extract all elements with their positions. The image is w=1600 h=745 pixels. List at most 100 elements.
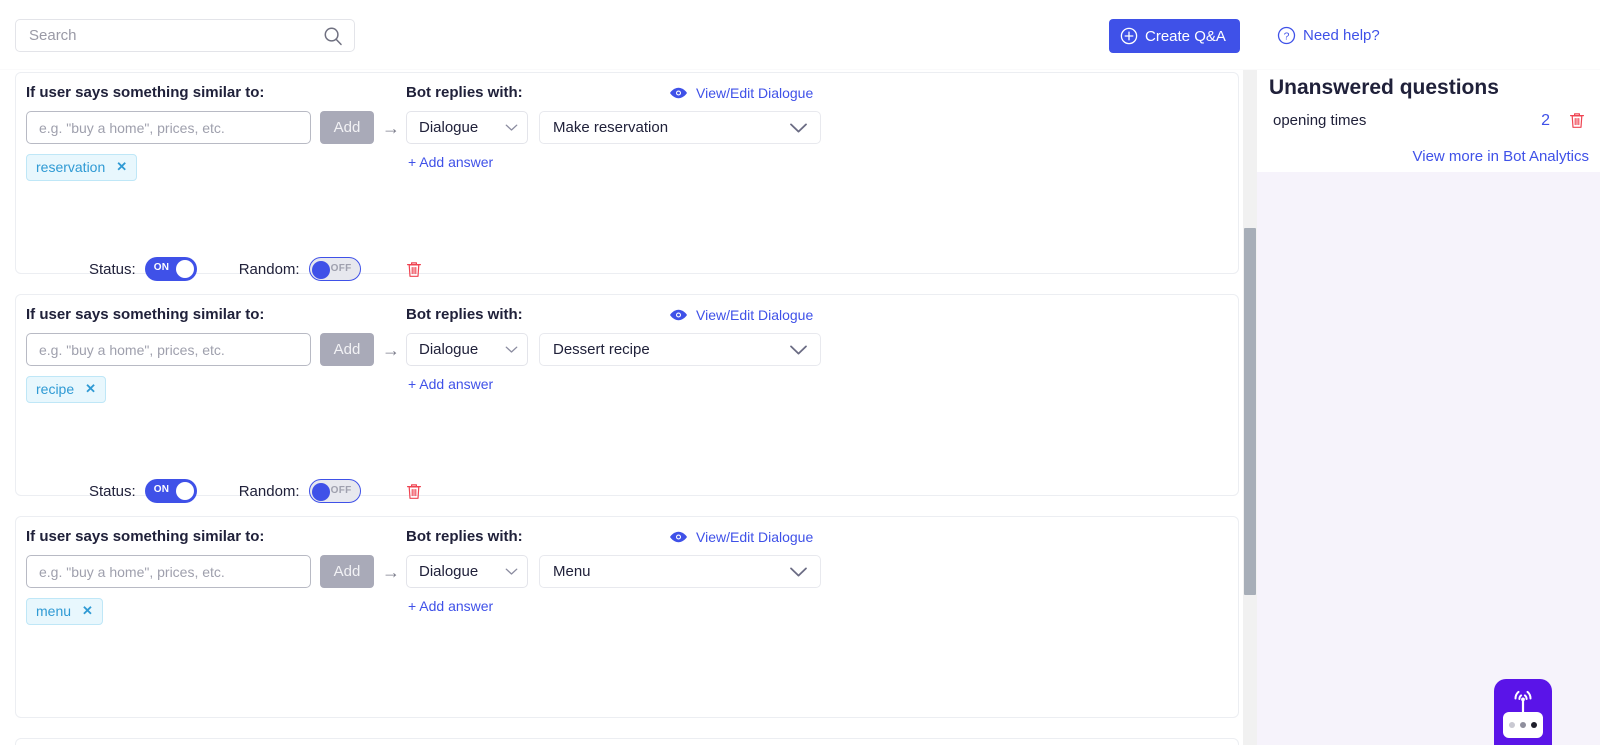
need-help-link[interactable]: ? Need help? — [1277, 26, 1380, 45]
reply-selects: Dialogue Menu — [406, 555, 821, 588]
delete-qa-button[interactable] — [405, 260, 423, 279]
reply-selects: Dialogue Dessert recipe — [406, 333, 821, 366]
random-label: Random: — [238, 482, 300, 500]
phrase-entry-row: Add → — [26, 111, 400, 144]
add-answer-link[interactable]: + Add answer — [408, 376, 493, 392]
if-user-says-label: If user says something similar to: — [26, 84, 265, 101]
view-edit-dialogue-link[interactable]: View/Edit Dialogue — [669, 307, 813, 323]
phrase-input[interactable] — [26, 333, 311, 366]
unanswered-questions-card: Unanswered questions opening times 2 Vie… — [1257, 70, 1600, 172]
qa-card — [15, 738, 1239, 745]
trash-icon — [405, 482, 423, 501]
add-answer-link[interactable]: + Add answer — [408, 154, 493, 170]
if-user-says-label: If user says something similar to: — [26, 528, 265, 545]
qa-card: If user says something similar to: Add →… — [15, 257, 1239, 496]
view-edit-dialogue-link[interactable]: View/Edit Dialogue — [669, 529, 813, 545]
trash-icon — [1568, 111, 1586, 130]
reply-value-text: Make reservation — [553, 119, 669, 136]
eye-icon — [669, 530, 688, 544]
create-qa-button[interactable]: Create Q&A — [1109, 19, 1240, 53]
if-user-says-label: If user says something similar to: — [26, 306, 265, 323]
status-label: Status: — [89, 260, 136, 278]
phrase-tag[interactable]: menu ✕ — [26, 598, 103, 625]
qa-list: If user says something similar to: Add →… — [0, 70, 1253, 745]
reply-value-text: Dessert recipe — [553, 341, 650, 358]
view-edit-dialogue-link[interactable]: View/Edit Dialogue — [669, 85, 813, 101]
arrow-right-icon: → — [382, 561, 400, 582]
unanswered-question-row: opening times 2 — [1273, 111, 1586, 130]
right-panel: Unanswered questions opening times 2 Vie… — [1257, 70, 1600, 745]
chevron-down-icon — [789, 566, 808, 578]
qa-card: If user says something similar to: Add →… — [15, 479, 1239, 718]
status-toggle[interactable]: ON — [144, 257, 197, 281]
status-toggle-text: ON — [153, 262, 170, 273]
chat-widget-button[interactable] — [1494, 679, 1552, 745]
trash-icon — [405, 260, 423, 279]
chevron-down-icon — [789, 122, 808, 134]
phrase-input[interactable] — [26, 111, 311, 144]
view-more-bot-analytics-link[interactable]: View more in Bot Analytics — [1413, 148, 1589, 165]
status-label: Status: — [89, 482, 136, 500]
reply-value-select[interactable]: Menu — [539, 555, 821, 588]
toggle-knob — [175, 482, 194, 500]
random-label: Random: — [238, 260, 300, 278]
phrase-entry-row: Add → — [26, 333, 400, 366]
random-toggle[interactable]: OFF — [308, 479, 361, 503]
bot-replies-label: Bot replies with: — [406, 84, 523, 101]
search-box[interactable] — [15, 19, 355, 52]
reply-type-value: Dialogue — [419, 341, 479, 358]
toggle-knob — [311, 261, 330, 279]
chevron-down-icon — [505, 123, 518, 132]
toggle-knob — [311, 483, 330, 501]
reply-value-select[interactable]: Make reservation — [539, 111, 821, 144]
add-phrase-button[interactable]: Add — [320, 111, 374, 144]
chevron-down-icon — [789, 344, 808, 356]
app-root: Create Q&A ? Need help? If user says som… — [0, 0, 1600, 745]
phrase-tag-label: recipe — [36, 381, 75, 397]
bot-replies-label: Bot replies with: — [406, 528, 523, 545]
close-icon[interactable]: ✕ — [82, 603, 93, 619]
unanswered-question-count: 2 — [1541, 111, 1550, 129]
reply-value-select[interactable]: Dessert recipe — [539, 333, 821, 366]
unanswered-question-text: opening times — [1273, 112, 1367, 129]
toggle-knob — [175, 260, 194, 278]
search-icon[interactable] — [323, 26, 343, 51]
question-circle-icon: ? — [1277, 26, 1296, 45]
scrollbar-thumb[interactable] — [1244, 228, 1256, 595]
chevron-down-icon — [505, 345, 518, 354]
eye-icon — [669, 86, 688, 100]
search-input[interactable] — [16, 20, 306, 51]
phrase-tag[interactable]: recipe ✕ — [26, 376, 107, 403]
random-toggle[interactable]: OFF — [308, 257, 361, 281]
svg-text:?: ? — [1284, 31, 1290, 43]
view-edit-dialogue-label: View/Edit Dialogue — [696, 307, 814, 323]
reply-value-text: Menu — [553, 563, 591, 580]
reply-selects: Dialogue Make reservation — [406, 111, 821, 144]
dot-icon — [1531, 722, 1537, 728]
arrow-right-icon: → — [382, 339, 400, 360]
dot-icon — [1520, 722, 1526, 728]
reply-type-select[interactable]: Dialogue — [406, 333, 528, 366]
close-icon[interactable]: ✕ — [116, 159, 127, 175]
close-icon[interactable]: ✕ — [85, 381, 96, 397]
reply-type-select[interactable]: Dialogue — [406, 111, 528, 144]
delete-qa-button[interactable] — [405, 482, 423, 501]
reply-type-select[interactable]: Dialogue — [406, 555, 528, 588]
phrase-input[interactable] — [26, 555, 311, 588]
reply-type-value: Dialogue — [419, 563, 479, 580]
need-help-label: Need help? — [1303, 27, 1380, 44]
delete-question-button[interactable] — [1568, 111, 1586, 130]
bot-replies-label: Bot replies with: — [406, 306, 523, 323]
add-phrase-button[interactable]: Add — [320, 555, 374, 588]
status-toggle[interactable]: ON — [144, 479, 197, 503]
view-edit-dialogue-label: View/Edit Dialogue — [696, 85, 814, 101]
phrase-tag[interactable]: reservation ✕ — [26, 154, 138, 181]
plus-circle-icon — [1120, 27, 1138, 45]
top-bar: Create Q&A ? Need help? — [0, 0, 1600, 70]
qa-card: If user says something similar to: Add →… — [15, 72, 1239, 274]
status-toggle-text: ON — [153, 484, 170, 495]
add-phrase-button[interactable]: Add — [320, 333, 374, 366]
random-toggle-text: OFF — [330, 263, 352, 274]
chevron-down-icon — [505, 567, 518, 576]
add-answer-link[interactable]: + Add answer — [408, 598, 493, 614]
